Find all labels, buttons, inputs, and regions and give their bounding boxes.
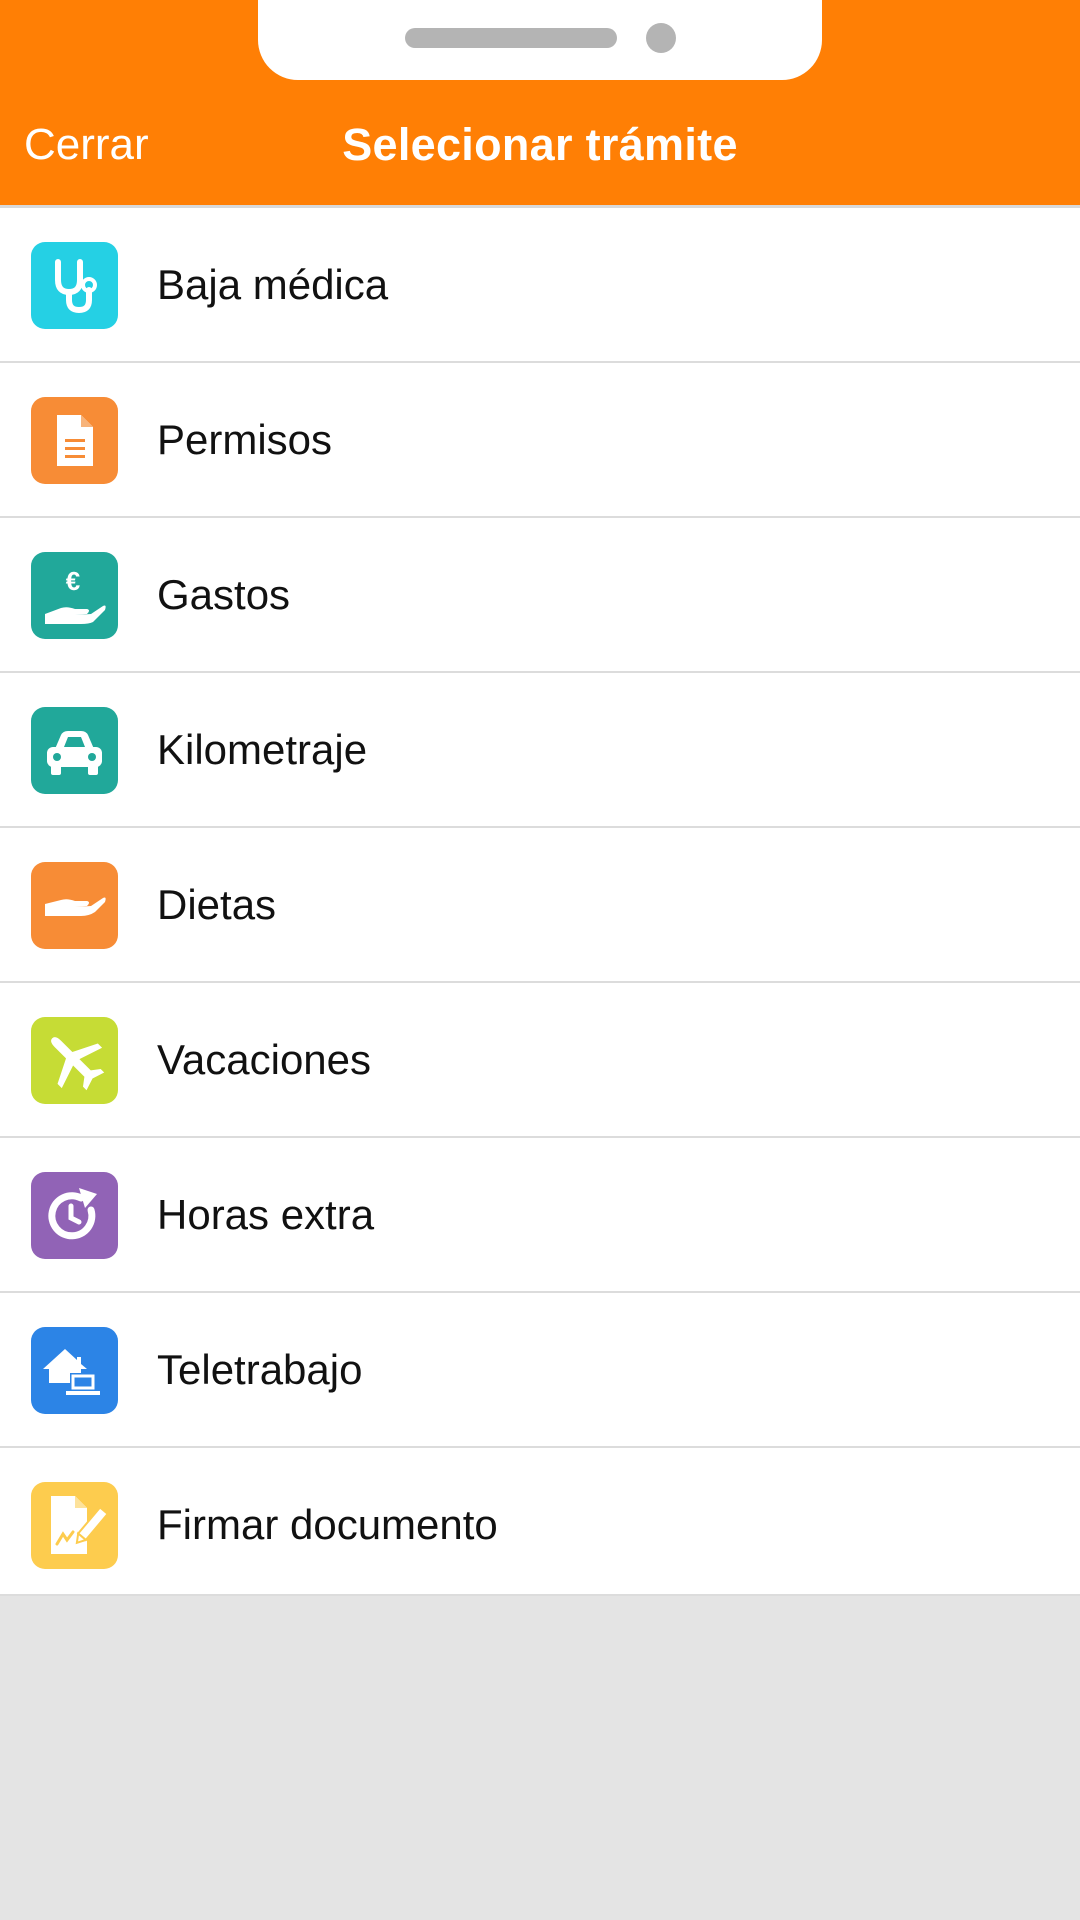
item-label: Kilometraje — [157, 726, 368, 773]
procedure-list: Baja médica Permisos € Gastos Kilometraj… — [0, 208, 1080, 1596]
stethoscope-icon — [31, 242, 118, 329]
speaker-grille — [405, 28, 617, 48]
airplane-icon — [31, 1017, 118, 1104]
item-label: Baja médica — [157, 261, 389, 308]
list-item-baja-medica[interactable]: Baja médica — [0, 208, 1080, 363]
item-label: Teletrabajo — [157, 1346, 363, 1393]
car-icon — [31, 707, 118, 794]
item-label: Horas extra — [157, 1191, 375, 1238]
device-notch — [258, 0, 822, 80]
svg-text:€: € — [66, 566, 80, 596]
euro-hand-icon: € — [31, 552, 118, 639]
navigation-bar: Cerrar Selecionar trámite — [0, 0, 1080, 205]
list-item-firmar-documento[interactable]: Firmar documento — [0, 1448, 1080, 1596]
item-label: Vacaciones — [157, 1036, 372, 1083]
home-laptop-icon — [31, 1327, 118, 1414]
list-item-dietas[interactable]: Dietas — [0, 828, 1080, 983]
list-item-gastos[interactable]: € Gastos — [0, 518, 1080, 673]
list-item-vacaciones[interactable]: Vacaciones — [0, 983, 1080, 1138]
item-label: Gastos — [157, 571, 291, 618]
item-label: Permisos — [157, 416, 333, 463]
list-item-horas-extra[interactable]: Horas extra — [0, 1138, 1080, 1293]
item-label: Firmar documento — [157, 1501, 498, 1548]
close-button[interactable]: Cerrar — [24, 115, 149, 175]
list-item-permisos[interactable]: Permisos — [0, 363, 1080, 518]
clock-arrow-icon — [31, 1172, 118, 1259]
front-camera — [646, 23, 676, 53]
document-icon — [31, 397, 118, 484]
list-item-teletrabajo[interactable]: Teletrabajo — [0, 1293, 1080, 1448]
hand-icon — [31, 862, 118, 949]
item-label: Dietas — [157, 881, 277, 928]
sign-document-icon — [31, 1482, 118, 1569]
page-title: Selecionar trámite — [342, 119, 738, 170]
list-item-kilometraje[interactable]: Kilometraje — [0, 673, 1080, 828]
